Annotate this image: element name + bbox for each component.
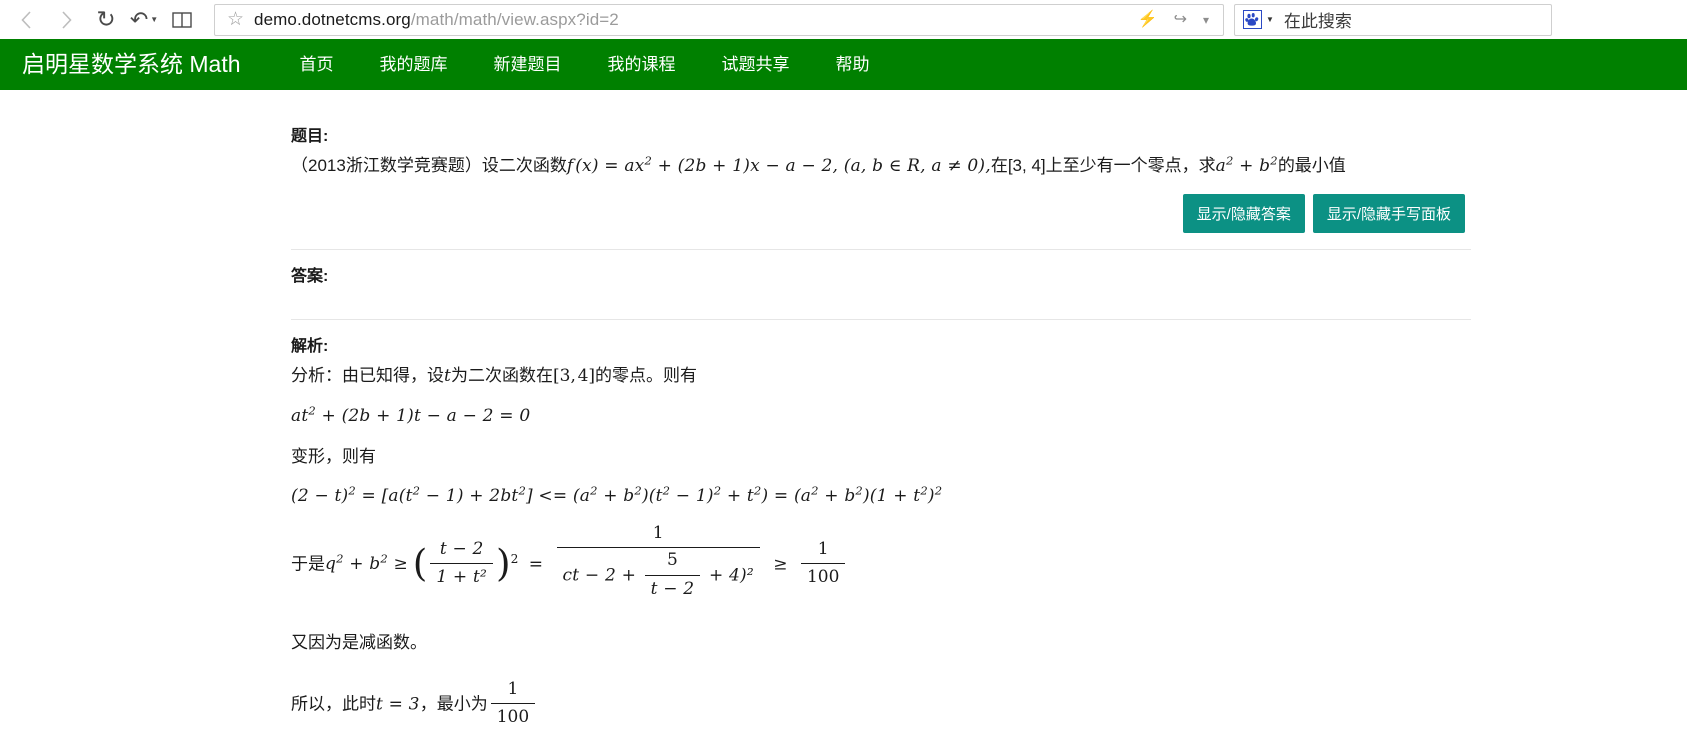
share-icon[interactable]: ↪ <box>1174 11 1187 28</box>
search-bar[interactable]: ▼ 在此搜索 <box>1234 3 1552 36</box>
analysis-transform-label: 变形，则有 <box>291 446 376 466</box>
fraction-conclusion-1-over-100: 1 100 <box>490 677 536 731</box>
analysis-block: 解析: 分析：由已知得，设t为二次函数在[3, 4]的零点。则有 at2 + (… <box>291 318 1471 732</box>
nav-item-my-courses[interactable]: 我的课程 <box>585 39 699 90</box>
toggle-handwriting-button[interactable]: 显示/隐藏手写面板 <box>1312 193 1465 233</box>
question-formula-target: a2 + b2 <box>1215 153 1278 176</box>
toggle-answer-button[interactable]: 显示/隐藏答案 <box>1182 193 1305 233</box>
nav-item-my-question-bank[interactable]: 我的题库 <box>357 39 471 90</box>
analysis-divider <box>291 318 1471 320</box>
search-engine-chevron-icon[interactable]: ▼ <box>1266 15 1274 24</box>
left-paren: ( <box>412 540 428 585</box>
bookmark-star-icon[interactable]: ☆ <box>227 10 244 29</box>
search-placeholder[interactable]: 在此搜索 <box>1284 7 1352 32</box>
analysis-equation-3: 于是q2 + b2 ≥ (t − 21 + t²)2 = 1 ct − 2 + … <box>291 521 1471 607</box>
url-text: demo.dotnetcms.org/math/math/view.aspx?i… <box>254 9 619 29</box>
baidu-paw-icon[interactable] <box>1243 10 1262 29</box>
reload-icon[interactable]: ↻ <box>86 3 126 37</box>
right-paren: ) <box>496 540 511 585</box>
back-icon[interactable] <box>6 3 46 37</box>
content-column: 题目: （2013浙江数学竞赛题）设二次函数f (x) = ax2 + (2b … <box>291 122 1471 732</box>
question-tail: 的最小值 <box>1277 156 1346 175</box>
answer-block: 答案: <box>291 248 1471 303</box>
fraction-main: 1 ct − 2 + 5t − 2 + 4)² <box>556 521 760 604</box>
page-content: 题目: （2013浙江数学竞赛题）设二次函数f (x) = ax2 + (2b … <box>0 90 1687 732</box>
question-text: （2013浙江数学竞赛题）设二次函数f (x) = ax2 + (2b + 1)… <box>291 153 1471 180</box>
nav-item-help[interactable]: 帮助 <box>813 39 893 90</box>
answer-body <box>291 293 1471 303</box>
fraction-5-over-t-minus-2: 5t − 2 <box>644 548 701 602</box>
analysis-decreasing-note: 又因为是减函数。 <box>291 633 427 652</box>
analysis-equation-1: at2 + (2b + 1)t − a − 2 = 0 <box>291 403 531 426</box>
history-icon[interactable]: ↶ ▼ <box>126 3 162 37</box>
fraction-t-minus-2-over-1-plus-t2: t − 21 + t² <box>430 537 494 591</box>
question-block: 题目: （2013浙江数学竞赛题）设二次函数f (x) = ax2 + (2b … <box>291 122 1471 233</box>
nav-item-question-sharing[interactable]: 试题共享 <box>699 39 813 90</box>
analysis-heading: 解析: <box>291 337 329 355</box>
site-navigation: 启明星数学系统 Math 首页 我的题库 新建题目 我的课程 试题共享 帮助 <box>0 39 1687 90</box>
analysis-conclusion: 所以，此时t = 3，最小为 1 100 <box>291 678 1471 732</box>
lightning-icon[interactable]: ⚡ <box>1138 11 1158 28</box>
question-lead: 设二次函数 <box>481 156 567 175</box>
answer-heading: 答案: <box>291 267 329 285</box>
analysis-intro: 分析：由已知得，设t为二次函数在[3, 4]的零点。则有 <box>291 365 698 386</box>
nav-item-home[interactable]: 首页 <box>277 39 357 90</box>
answer-divider <box>291 248 1471 250</box>
action-buttons: 显示/隐藏答案 显示/隐藏手写面板 <box>291 193 1471 233</box>
fraction-1-over-100: 1 100 <box>800 537 846 591</box>
analysis-equation-2: (2 − t)2 = [a(t2 − 1) + 2bt2] <= (a2 + b… <box>291 483 943 506</box>
reading-list-icon[interactable] <box>162 3 202 37</box>
browser-toolbar: ↻ ↶ ▼ ☆ demo.dotnetcms.org/math/math/view… <box>0 0 1687 39</box>
chevron-down-icon[interactable]: ▾ <box>1203 14 1209 26</box>
question-heading: 题目: <box>291 128 329 145</box>
question-source: （2013浙江数学竞赛题） <box>291 156 482 175</box>
question-formula-fx: f (x) = ax2 + (2b + 1)x − a − 2, (a, b ∈… <box>566 153 991 176</box>
nav-items: 首页 我的题库 新建题目 我的课程 试题共享 帮助 <box>277 39 893 90</box>
question-mid: 在[3, 4]上至少有一个零点，求 <box>990 156 1216 175</box>
nav-item-new-question[interactable]: 新建题目 <box>471 39 585 90</box>
forward-icon[interactable] <box>46 3 86 37</box>
site-brand[interactable]: 启明星数学系统 Math <box>8 39 255 90</box>
address-bar[interactable]: ☆ demo.dotnetcms.org/math/math/view.aspx… <box>214 3 1224 36</box>
